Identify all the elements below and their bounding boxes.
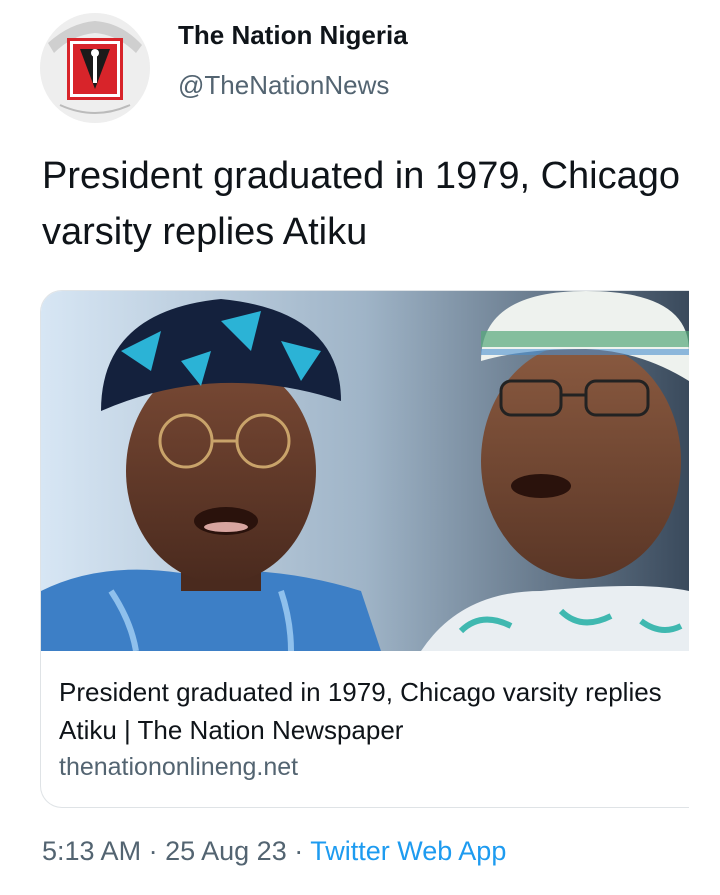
link-preview-card[interactable]: President graduated in 1979, Chicago var… <box>40 290 689 808</box>
author-display-name[interactable]: The Nation Nigeria <box>178 20 408 51</box>
meta-separator: · <box>294 836 304 866</box>
tweet-source-link[interactable]: Twitter Web App <box>310 836 506 866</box>
link-preview-domain[interactable]: thenationonlineng.net <box>59 753 298 782</box>
tweet-date[interactable]: 25 Aug 23 <box>165 836 287 866</box>
tweet-metadata: 5:13 AM · 25 Aug 23 · Twitter Web App <box>42 836 506 867</box>
news-photo-icon <box>41 291 689 651</box>
link-preview-image[interactable] <box>41 291 689 651</box>
tweet-text: President graduated in 1979, Chicago var… <box>42 155 681 253</box>
author-handle[interactable]: @TheNationNews <box>178 70 389 101</box>
meta-separator: · <box>148 836 158 866</box>
the-nation-logo-icon <box>40 13 150 123</box>
author-avatar[interactable] <box>40 13 150 123</box>
tweet-time[interactable]: 5:13 AM <box>42 836 141 866</box>
link-preview-title[interactable]: President graduated in 1979, Chicago var… <box>59 673 679 749</box>
